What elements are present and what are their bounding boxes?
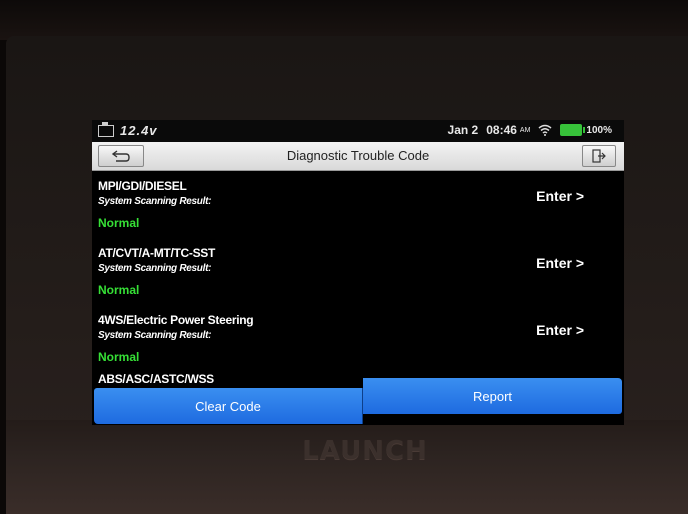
wifi-icon: [538, 124, 552, 136]
system-name: MPI/GDI/DIESEL: [98, 179, 187, 193]
status-time: 08:46: [486, 123, 517, 137]
scan-result-label: System Scanning Result:: [98, 330, 212, 341]
battery-percent: 100%: [586, 124, 612, 136]
enter-button[interactable]: Enter >: [536, 322, 584, 338]
enter-button[interactable]: Enter >: [536, 255, 584, 271]
title-bar: Diagnostic Trouble Code: [92, 142, 624, 171]
scan-status: Normal: [98, 283, 140, 297]
voltage-readout: 12.4v: [120, 123, 158, 138]
status-date: Jan 2: [447, 123, 479, 137]
action-bar: Clear Code Report: [92, 378, 624, 425]
system-name: 4WS/Electric Power Steering: [98, 313, 254, 327]
status-bar: 12.4v Jan 2 08:46 AM 100%: [92, 120, 624, 142]
exit-button[interactable]: [582, 145, 616, 167]
system-name: AT/CVT/A-MT/TC-SST: [98, 246, 216, 260]
page-title: Diagnostic Trouble Code: [286, 148, 430, 163]
list-item: AT/CVT/A-MT/TC-SST System Scanning Resul…: [92, 238, 624, 305]
system-list: MPI/GDI/DIESEL System Scanning Result: N…: [92, 171, 624, 386]
background-wall: [0, 0, 688, 40]
scan-result-label: System Scanning Result:: [98, 196, 212, 207]
status-ampm: AM: [519, 126, 531, 134]
battery-icon: [560, 124, 586, 136]
list-item: 4WS/Electric Power Steering System Scann…: [92, 305, 624, 372]
device-screen: 12.4v Jan 2 08:46 AM 100% Diagnostic Tro…: [92, 120, 624, 425]
exit-icon: [592, 149, 606, 163]
vehicle-battery-icon: [98, 121, 114, 137]
scan-result-label: System Scanning Result:: [98, 263, 212, 274]
clear-code-button[interactable]: Clear Code: [94, 388, 363, 424]
list-item: MPI/GDI/DIESEL System Scanning Result: N…: [92, 171, 624, 238]
scan-status: Normal: [98, 216, 140, 230]
report-button[interactable]: Report: [363, 378, 622, 414]
device-bezel: [6, 420, 688, 514]
enter-button[interactable]: Enter >: [536, 188, 584, 204]
brand-logo: LAUNCH: [302, 436, 428, 466]
scan-status: Normal: [98, 350, 140, 364]
